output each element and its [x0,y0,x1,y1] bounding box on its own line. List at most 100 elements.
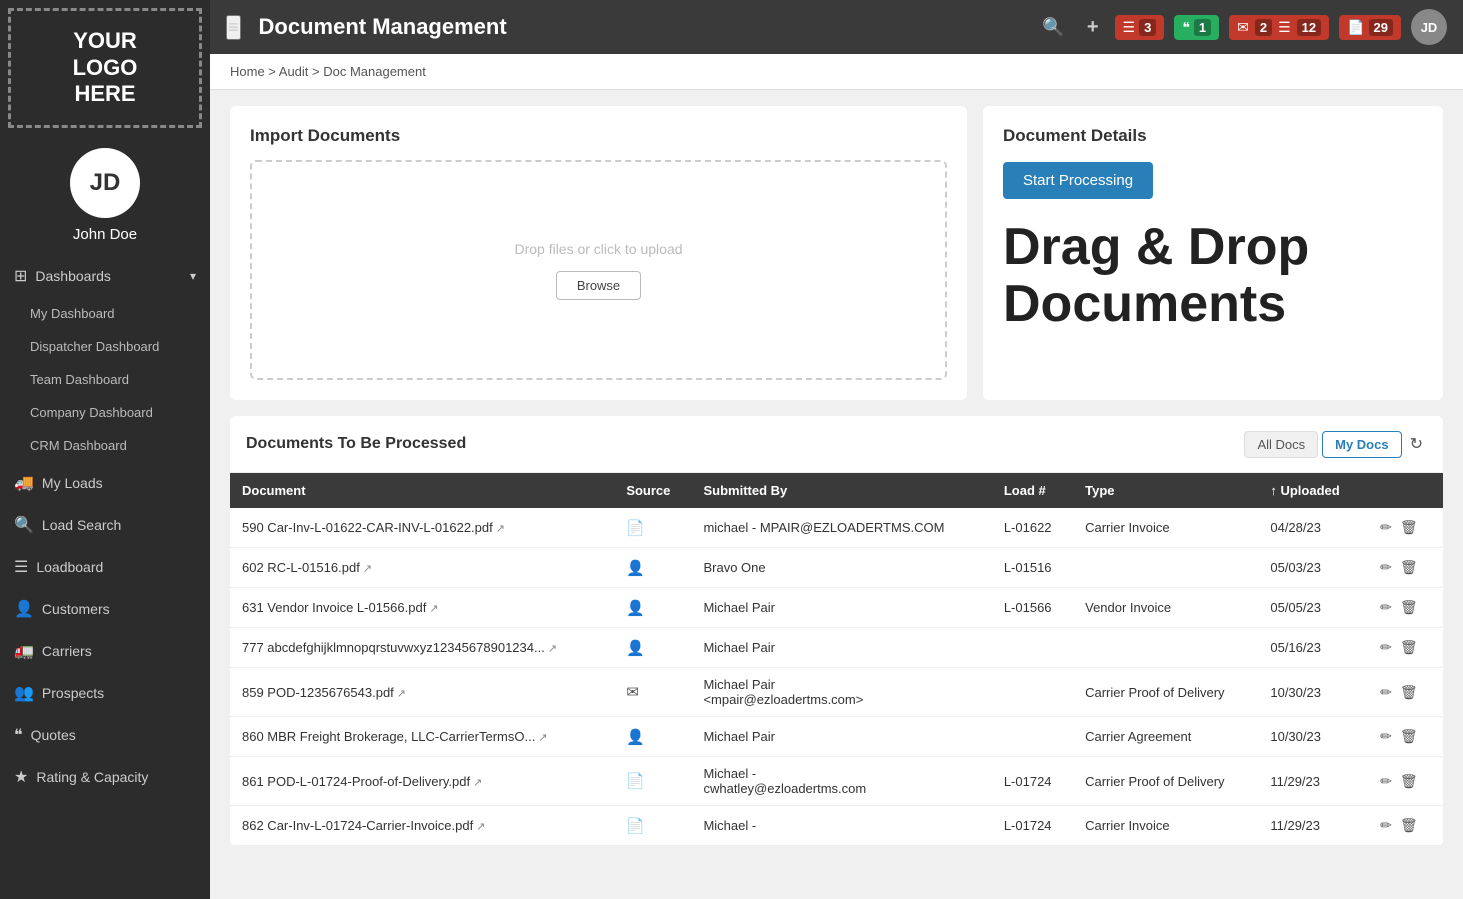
search-icon: 🔍 [14,515,34,535]
table-row: 859 POD-1235676543.pdf↗✉Michael Pair <mp… [230,668,1443,717]
edit-button[interactable]: ✏ [1376,517,1396,538]
table-row: 777 abcdefghijklmnopqrstuvwxyz1234567890… [230,628,1443,668]
import-panel: Import Documents Drop files or click to … [230,106,967,400]
edit-button[interactable]: ✏ [1376,597,1396,618]
delete-button[interactable]: 🗑 [1396,815,1422,836]
sidebar-item-loadboard[interactable]: ☰ Loadboard [0,546,210,588]
quote-badge-group[interactable]: ❝ 1 [1174,15,1219,40]
col-uploaded[interactable]: ↑ Uploaded [1258,473,1364,508]
cell-document: 777 abcdefghijklmnopqrstuvwxyz1234567890… [230,628,614,668]
sidebar-item-company-dashboard[interactable]: Company Dashboard [0,396,210,429]
document-link[interactable]: 861 POD-L-01724-Proof-of-Delivery.pdf [242,774,470,789]
doc-badge-icon: ☰ [1278,19,1291,36]
document-link[interactable]: 859 POD-1235676543.pdf [242,685,394,700]
document-link[interactable]: 862 Car-Inv-L-01724-Carrier-Invoice.pdf [242,818,473,833]
search-button[interactable]: 🔍 [1036,13,1070,42]
docs-table-body: 590 Car-Inv-L-01622-CAR-INV-L-01622.pdf ↗… [230,508,1443,846]
edit-button[interactable]: ✏ [1376,771,1396,792]
sidebar-item-quotes[interactable]: ❝ Quotes [0,714,210,756]
list-badge-group[interactable]: ☰ 3 [1115,15,1165,40]
prospects-icon: 👥 [14,683,34,703]
edit-button[interactable]: ✏ [1376,557,1396,578]
quotes-icon: ❝ [14,725,23,745]
edit-button[interactable]: ✏ [1376,815,1396,836]
sidebar-item-team-dashboard[interactable]: Team Dashboard [0,363,210,396]
cell-submitted-by: Michael Pair [691,588,991,628]
cell-document: 859 POD-1235676543.pdf↗ [230,668,614,717]
sidebar-item-my-dashboard[interactable]: My Dashboard [0,297,210,330]
delete-button[interactable]: 🗑 [1396,597,1422,618]
star-icon: ★ [14,767,28,787]
add-button[interactable]: + [1081,12,1105,43]
cell-source: ✉ [614,668,691,717]
start-processing-button[interactable]: Start Processing [1003,162,1153,199]
filter-my-docs-button[interactable]: My Docs [1322,431,1401,458]
delete-button[interactable]: 🗑 [1396,682,1422,703]
cell-uploaded: 10/30/23 [1258,668,1364,717]
top-panels-row: Import Documents Drop files or click to … [230,106,1443,400]
col-submitted-by: Submitted By [691,473,991,508]
cell-source: 👤 [614,548,691,588]
sidebar-item-dashboards[interactable]: ⊞ Dashboards ▾ [0,255,210,297]
filter-all-docs-button[interactable]: All Docs [1244,431,1318,458]
delete-button[interactable]: 🗑 [1396,726,1422,747]
sidebar-item-rating-capacity[interactable]: ★ Rating & Capacity [0,756,210,798]
cell-uploaded: 10/30/23 [1258,717,1364,757]
document-link[interactable]: 602 RC-L-01516.pdf [242,560,360,575]
document-link[interactable]: 860 MBR Freight Brokerage, LLC-CarrierTe… [242,729,535,744]
refresh-button[interactable]: ↻ [1406,430,1427,458]
cell-type: Carrier Agreement [1073,717,1258,757]
cell-source: 👤 [614,588,691,628]
delete-button[interactable]: 🗑 [1396,557,1422,578]
email-badge-count: 2 [1255,19,1272,36]
sidebar-item-load-search[interactable]: 🔍 Load Search [0,504,210,546]
cell-type: Carrier Invoice [1073,806,1258,846]
cell-type: Vendor Invoice [1073,588,1258,628]
document-link[interactable]: 777 abcdefghijklmnopqrstuvwxyz1234567890… [242,640,545,655]
browse-button[interactable]: Browse [556,271,641,300]
logo-area: YOUR LOGO HERE [8,8,202,128]
external-link-icon: ↗ [548,643,557,655]
cell-source: 📄 [614,806,691,846]
cell-load-num: L-01566 [992,588,1073,628]
docs-table-header: Documents To Be Processed All Docs My Do… [230,416,1443,473]
cell-uploaded: 05/16/23 [1258,628,1364,668]
table-row: 602 RC-L-01516.pdf↗👤Bravo OneL-0151605/0… [230,548,1443,588]
drop-zone[interactable]: Drop files or click to upload Browse [250,160,947,380]
sidebar-item-customers[interactable]: 👤 Customers [0,588,210,630]
user-profile: JD John Doe [0,136,210,255]
grid-icon: ⊞ [14,266,27,286]
delete-button[interactable]: 🗑 [1396,637,1422,658]
cell-actions: ✏🗑 [1364,806,1443,846]
edit-button[interactable]: ✏ [1376,682,1396,703]
source-icon: 📄 [626,818,645,835]
sidebar-item-prospects[interactable]: 👥 Prospects [0,672,210,714]
cell-type [1073,548,1258,588]
col-actions [1364,473,1443,508]
cell-uploaded: 11/29/23 [1258,757,1364,806]
sidebar-item-crm-dashboard[interactable]: CRM Dashboard [0,429,210,462]
email-doc-badge-group[interactable]: ✉ 2 ☰ 12 [1229,15,1329,40]
hamburger-button[interactable]: ≡ [226,15,241,40]
delete-button[interactable]: 🗑 [1396,517,1422,538]
sidebar-item-my-loads[interactable]: 🚚 My Loads [0,462,210,504]
cell-document: 862 Car-Inv-L-01724-Carrier-Invoice.pdf↗ [230,806,614,846]
document-link[interactable]: 590 Car-Inv-L-01622-CAR-INV-L-01622.pdf [242,520,493,535]
table-row: 590 Car-Inv-L-01622-CAR-INV-L-01622.pdf↗… [230,508,1443,548]
paper-badge-group[interactable]: 📄 29 [1339,15,1401,40]
sidebar-item-carriers[interactable]: 🚛 Carriers [0,630,210,672]
document-link[interactable]: 631 Vendor Invoice L-01566.pdf [242,600,426,615]
cell-submitted-by: Michael Pair [691,717,991,757]
user-avatar-topbar[interactable]: JD [1411,9,1447,45]
col-type: Type [1073,473,1258,508]
import-panel-title: Import Documents [250,126,947,146]
cell-load-num [992,717,1073,757]
cell-submitted-by: Michael Pair <mpair@ezloadertms.com> [691,668,991,717]
edit-button[interactable]: ✏ [1376,637,1396,658]
chevron-down-icon: ▾ [190,269,196,283]
table-row: 862 Car-Inv-L-01724-Carrier-Invoice.pdf↗… [230,806,1443,846]
carriers-icon: 🚛 [14,641,34,661]
edit-button[interactable]: ✏ [1376,726,1396,747]
delete-button[interactable]: 🗑 [1396,771,1422,792]
sidebar-item-dispatcher-dashboard[interactable]: Dispatcher Dashboard [0,330,210,363]
